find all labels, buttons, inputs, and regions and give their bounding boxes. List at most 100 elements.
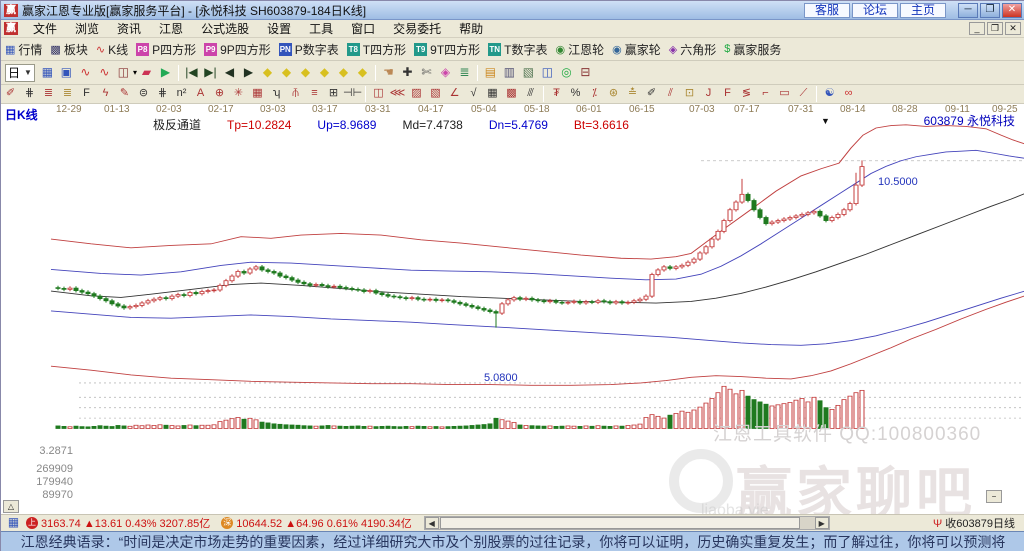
yinyang-icon[interactable]: ☯ — [820, 86, 839, 102]
menu-item-8[interactable]: 交易委托 — [384, 21, 450, 37]
n2-tool[interactable]: n² — [172, 86, 191, 102]
bars-tool[interactable]: ⊣⊢ — [343, 86, 362, 102]
diamond4-icon[interactable]: ◆ — [315, 64, 334, 82]
ninet-square-button[interactable]: T9 9T四方形 — [410, 40, 484, 59]
close-button[interactable]: ✕ — [1002, 2, 1022, 18]
cart-icon[interactable]: ⊟ — [576, 64, 595, 82]
candle-combo-icon[interactable]: ◫ — [114, 64, 133, 82]
draw-tool[interactable]: ✎ — [115, 86, 134, 102]
table-tool[interactable]: ▦ — [483, 86, 502, 102]
trend-small2-icon[interactable]: ∿ — [95, 64, 114, 82]
mdi-minimize-button[interactable]: _ — [969, 22, 985, 35]
crosshair-icon[interactable]: ✚ — [398, 64, 417, 82]
maximize-button[interactable]: ❐ — [980, 2, 1000, 18]
homepage-button[interactable]: 主页 — [899, 2, 946, 18]
pane-collapse-button[interactable]: − — [986, 490, 1002, 503]
grid-tool[interactable]: ⋕ — [20, 86, 39, 102]
period-select[interactable]: 日 ▼ — [5, 63, 35, 82]
p-square-button[interactable]: P8 P四方形 — [132, 40, 200, 59]
notes-icon[interactable]: ▧ — [519, 64, 538, 82]
menu-item-2[interactable]: 资讯 — [108, 21, 150, 37]
t-table-button[interactable]: TN T数字表 — [484, 40, 551, 59]
winner-wheel-button[interactable]: ◉ 赢家轮 — [608, 40, 665, 59]
play-icon[interactable]: ▶ — [156, 64, 175, 82]
horizontal-scrollbar[interactable]: ◀ ▶ — [423, 516, 830, 530]
shenzhen-index-icon[interactable]: 深 — [221, 517, 234, 529]
angle-a-tool[interactable]: A — [191, 86, 210, 102]
quotes-button[interactable]: ▦ 行情 — [1, 40, 46, 59]
box2-tool[interactable]: ▭ — [775, 86, 794, 102]
money-icon[interactable]: ◎ — [557, 64, 576, 82]
sectors-button[interactable]: ▩ 板块 — [46, 40, 91, 59]
percent2-tool[interactable]: ⁒ — [585, 86, 604, 102]
fe-tool[interactable]: F — [718, 86, 737, 102]
pane-expand-button[interactable]: △ — [3, 500, 19, 513]
gold-bars-tool[interactable]: ≛ — [623, 86, 642, 102]
cycle-tool[interactable]: ⊜ — [134, 86, 153, 102]
menu-item-4[interactable]: 公式选股 — [192, 21, 258, 37]
diamond2-icon[interactable]: ◆ — [277, 64, 296, 82]
slope-tool[interactable]: ⟋ — [794, 86, 813, 102]
pen-tool[interactable]: ✐ — [1, 86, 20, 102]
mdi-close-button[interactable]: ✕ — [1005, 22, 1021, 35]
price-tool[interactable]: ₮ — [547, 86, 566, 102]
gold-circle-tool[interactable]: ⊛ — [604, 86, 623, 102]
customer-service-button[interactable]: 客服 — [803, 2, 850, 18]
calculator-icon[interactable]: ▥ — [500, 64, 519, 82]
shade2-tool[interactable]: ▧ — [426, 86, 445, 102]
menu-item-1[interactable]: 浏览 — [66, 21, 108, 37]
channel-tool[interactable]: ⫽ — [661, 86, 680, 102]
circle-cross-tool[interactable]: ⊕ — [210, 86, 229, 102]
diamond5-icon[interactable]: ◆ — [334, 64, 353, 82]
fan-tool[interactable]: ≡ — [305, 86, 324, 102]
gann-box-tool[interactable]: ⊡ — [680, 86, 699, 102]
hand-icon[interactable]: ☚ — [379, 64, 398, 82]
diamond1-icon[interactable]: ◆ — [258, 64, 277, 82]
ratio-tool[interactable]: ≶ — [737, 86, 756, 102]
window-icon[interactable]: ▦ — [38, 64, 57, 82]
ninep-square-button[interactable]: P9 9P四方形 — [200, 40, 275, 59]
grid2-tool[interactable]: ⊞ — [324, 86, 343, 102]
percent-tool[interactable]: % — [566, 86, 585, 102]
ruler-tool[interactable]: ⋕ — [153, 86, 172, 102]
scroll-left-icon[interactable]: ◀ — [424, 517, 439, 529]
text-tool[interactable]: ◫ — [369, 86, 388, 102]
gann-wheel-button[interactable]: ◉ 江恩轮 — [552, 40, 609, 59]
shanghai-index-icon[interactable]: 上 — [26, 517, 38, 529]
star-tool[interactable]: ✳ — [229, 86, 248, 102]
trend-small-icon[interactable]: ∿ — [76, 64, 95, 82]
prev-bar-icon[interactable]: ◀ — [220, 64, 239, 82]
diamond3-icon[interactable]: ◆ — [296, 64, 315, 82]
menu-item-0[interactable]: 文件 — [24, 21, 66, 37]
hatch-tool[interactable]: ▩ — [502, 86, 521, 102]
fork-tool[interactable]: ⫚ — [286, 86, 305, 102]
shenzhen-index-quote[interactable]: 10644.52 ▲64.96 0.61% 4190.34亿 — [236, 515, 411, 531]
step-tool[interactable]: ⌐ — [756, 86, 775, 102]
scroll-right-icon[interactable]: ▶ — [814, 517, 829, 529]
minimize-button[interactable]: ─ — [958, 2, 978, 18]
gold-line-tool[interactable]: ≣ — [39, 86, 58, 102]
p-table-button[interactable]: PN P数字表 — [275, 40, 343, 59]
first-bar-icon[interactable]: |◀ — [182, 64, 201, 82]
mark-icon[interactable]: ◈ — [436, 64, 455, 82]
menu-item-7[interactable]: 窗口 — [342, 21, 384, 37]
box-grid-tool[interactable]: ▦ — [248, 86, 267, 102]
info-icon[interactable]: ▣ — [57, 64, 76, 82]
next-bar-icon[interactable]: ▶ — [239, 64, 258, 82]
save-icon[interactable]: ◫ — [538, 64, 557, 82]
winner-service-button[interactable]: $ 赢家服务 — [720, 40, 785, 59]
forum-button[interactable]: 论坛 — [851, 2, 898, 18]
menu-item-3[interactable]: 江恩 — [150, 21, 192, 37]
check-tool[interactable]: √ — [464, 86, 483, 102]
spiral-tool[interactable]: ϟ — [96, 86, 115, 102]
f-tool[interactable]: F — [77, 86, 96, 102]
indicator-icon[interactable]: ▰ — [137, 64, 156, 82]
chart-panel[interactable]: 日K线 12-29 01-13 02-03 02-17 03-03 03-17 03-31 0… — [1, 104, 1024, 514]
menu-item-5[interactable]: 设置 — [258, 21, 300, 37]
mdi-restore-button[interactable]: ❐ — [987, 22, 1003, 35]
abacus-icon[interactable]: ≣ — [455, 64, 474, 82]
quote-grid-icon[interactable]: ▦ — [4, 514, 23, 532]
shade-tool[interactable]: ▨ — [407, 86, 426, 102]
menu-item-9[interactable]: 帮助 — [450, 21, 492, 37]
brush-tool[interactable]: ✐ — [642, 86, 661, 102]
